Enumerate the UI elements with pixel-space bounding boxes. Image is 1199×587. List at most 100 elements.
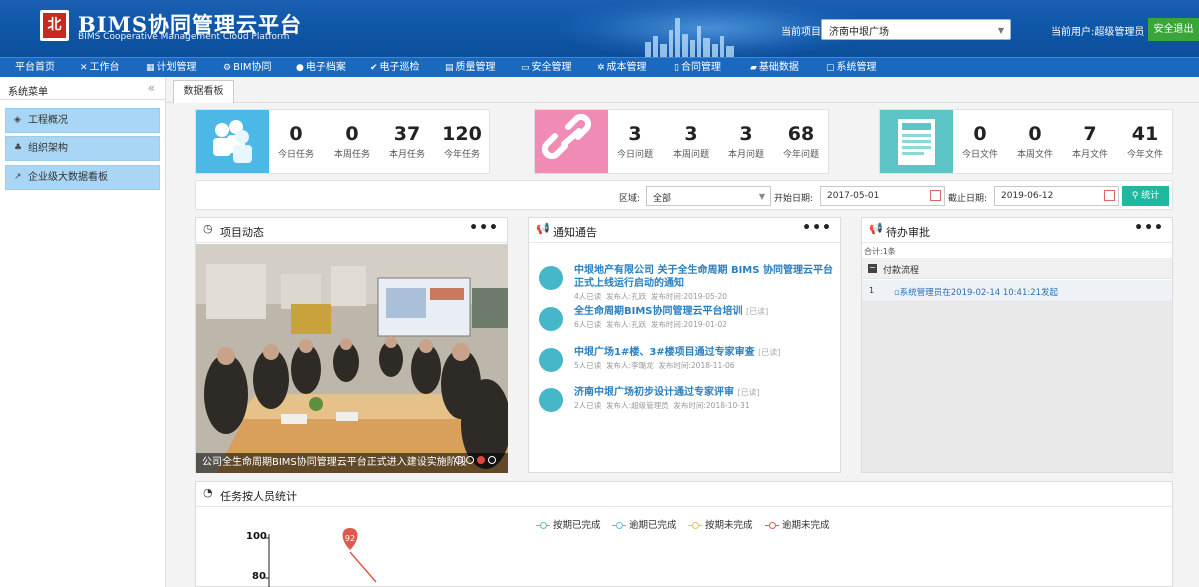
globe-icon: ● [296,63,304,73]
more-icon[interactable]: ••• [802,220,832,236]
sidebar-item-project-overview[interactable]: ◈ 工程概况 [5,108,160,133]
cube-icon: ◈ [14,115,21,125]
nav-item-base-data[interactable]: ▰ 基础数据 [750,58,799,77]
nav-item-plan[interactable]: ▦ 计划管理 [146,58,197,77]
approval-empty-area [862,302,1172,472]
nav-item-quality[interactable]: ▤ 质量管理 [445,58,496,77]
carousel-dot[interactable] [466,456,474,464]
approvals-panel: 📢 待办审批 ••• 合计:1条 − 付款流程 1 ▫系统管理员在2019-02… [861,217,1173,473]
megaphone-icon [539,348,563,372]
area-select[interactable]: 全部 ▼ [646,186,771,206]
nav-item-system[interactable]: ▢ 系统管理 [826,58,877,77]
nav-item-safety[interactable]: ▭ 安全管理 [521,58,572,77]
stat-today-tasks: 0 今日任务 [277,123,314,160]
line-chart-icon: ↗ [14,172,22,182]
stat-month-files: 7 本月文件 [1071,123,1108,160]
meeting-photo [196,244,508,473]
panel-title: 通知通告 [553,226,597,239]
notices-panel: 📢 通知通告 ••• 中垠地产有限公司 关于全生命周期 BIMS 协同管理云平台… [528,217,841,473]
sidebar-item-bigdata-board[interactable]: ↗ 企业级大数据看板 [5,165,160,190]
approval-group[interactable]: − 付款流程 [862,258,1172,279]
panel-header: 📢 待办审批 ••• [862,218,1172,243]
approval-total: 合计:1条 [864,247,896,256]
collapse-icon[interactable]: − [868,264,877,273]
sidebar-item-label: 工程概况 [28,115,68,126]
approval-group-label: 付款流程 [883,266,920,276]
news-carousel[interactable]: 公司全生命周期BIMS协同管理云平台正式进入建设实施阶段 [196,244,508,473]
approval-row[interactable]: 1 ▫系统管理员在2019-02-14 10:41:21发起 [862,280,1172,302]
notice-item[interactable]: 济南中垠广场初步设计通过专家评审 [已读] 2人已读 发布人:超级管理员 发布时… [539,386,835,414]
current-user: 当前用户:超级管理员 [1051,27,1145,38]
sidebar-title: 系统菜单 [8,87,48,98]
company-logo: 北 [40,10,69,41]
more-icon[interactable]: ••• [1134,220,1164,236]
megaphone-icon [539,266,563,290]
tab-dashboard[interactable]: 数据看板 [173,80,234,103]
carousel-dots [452,454,496,467]
end-date-label: 截止日期: [948,194,988,204]
clock-icon: ◷ [203,222,213,235]
peak-label: 92 [345,534,355,543]
carousel-dot[interactable] [455,456,463,464]
file-icon: ▯ [674,63,679,73]
logo-mark: 北 [43,13,66,38]
logout-button[interactable]: 安全退出 [1148,18,1199,41]
area-label: 区域: [619,194,641,204]
stat-today-issues: 3 今日问题 [616,123,653,160]
arrows-icon: ✕ [80,63,88,73]
chevron-down-icon: ▼ [997,26,1004,35]
panel-title: 待办审批 [886,226,930,239]
stat-year-files: 41 今年文件 [1126,123,1163,160]
stat-year-issues: 68 今年问题 [782,123,819,160]
notice-item[interactable]: 中垠地产有限公司 关于全生命周期 BIMS 协同管理云平台正式上线运行启动的通知… [539,264,835,304]
carousel-dot[interactable] [488,456,496,464]
nav-item-bim[interactable]: ⚙ BIM协同 [223,58,272,77]
project-news-panel: ◷ 项目动态 ••• 公司全生命周期BIMS协同管理云平台正式进入建设实施阶段 [195,217,508,473]
stat-week-issues: 3 本周问题 [672,123,709,160]
nav-item-contract[interactable]: ▯ 合同管理 [674,58,721,77]
document-icon [880,110,953,173]
sidebar: 系统菜单 « ◈ 工程概况 ♣ 组织架构 ↗ 企业级大数据看板 [0,77,166,587]
stat-month-issues: 3 本月问题 [727,123,764,160]
double-chevron-left-icon[interactable]: « [148,81,155,95]
peak-marker[interactable]: 92 [342,528,358,550]
nav-item-inspection[interactable]: ✔ 电子巡检 [370,58,420,77]
more-icon[interactable]: ••• [469,220,499,236]
main-nav: 平台首页 ✕ 工作台 ▦ 计划管理 ⚙ BIM协同 ● 电子档案 ✔ 电子巡检 ▤ 质量管理… [0,57,1199,77]
notice-item[interactable]: 全生命周期BIMS协同管理云平台培训 [已读] 6人已读 发布人:孔跃 发布时间… [539,305,835,333]
start-date-label: 开始日期: [774,194,814,204]
calendar-icon[interactable] [1104,190,1115,201]
megaphone-icon: 📢 [536,222,550,235]
notice-item[interactable]: 中垠广场1#楼、3#楼项目通过专家审查 [已读] 5人已读 发布人:李璐龙 发布… [539,346,835,374]
tab-bar: 数据看板 [166,77,1199,103]
stat-year-tasks: 120 今年任务 [442,123,482,160]
statistics-button[interactable]: ⚲ 统计 [1122,186,1169,206]
calendar-icon[interactable] [930,190,941,201]
org-icon: ♣ [14,143,23,153]
gear-icon: ⚙ [223,63,232,73]
issue-stat-card: 3 今日问题 3 本周问题 3 本月问题 68 今年问题 [534,109,829,174]
stat-month-tasks: 37 本月任务 [388,123,425,160]
nav-item-archive[interactable]: ● 电子档案 [296,58,346,77]
project-select[interactable]: 济南中垠广场 ▼ [821,19,1011,40]
task-chart-panel: ◔ 任务按人员统计 按期已完成 逾期已完成 按期未完成 逾期未完成 100 80… [195,481,1173,587]
sidebar-item-label: 组织架构 [28,143,68,154]
search-icon: ⚲ [1131,191,1139,201]
end-date-input[interactable]: 2019-06-12 [994,186,1119,206]
megaphone-icon: 📢 [869,222,883,235]
nav-item-cost[interactable]: ✲ 成本管理 [597,58,647,77]
task-chart-canvas: 92 [265,528,377,587]
nav-item-home[interactable]: 平台首页 [15,58,55,77]
cogs-icon: ✲ [597,63,605,73]
monitor-icon: ▢ [826,63,835,73]
stat-today-files: 0 今日文件 [961,123,998,160]
sidebar-item-organization[interactable]: ♣ 组织架构 [5,136,160,161]
start-date-input[interactable]: 2017-05-01 [820,186,945,206]
end-date-value: 2019-06-12 [1001,191,1054,201]
sidebar-header: 系统菜单 « [0,77,165,100]
book-icon: ▰ [750,63,757,73]
panel-title: 项目动态 [220,226,264,239]
project-select-value: 济南中垠广场 [829,27,889,38]
carousel-dot-active[interactable] [477,456,485,464]
nav-item-workbench[interactable]: ✕ 工作台 [80,58,120,77]
